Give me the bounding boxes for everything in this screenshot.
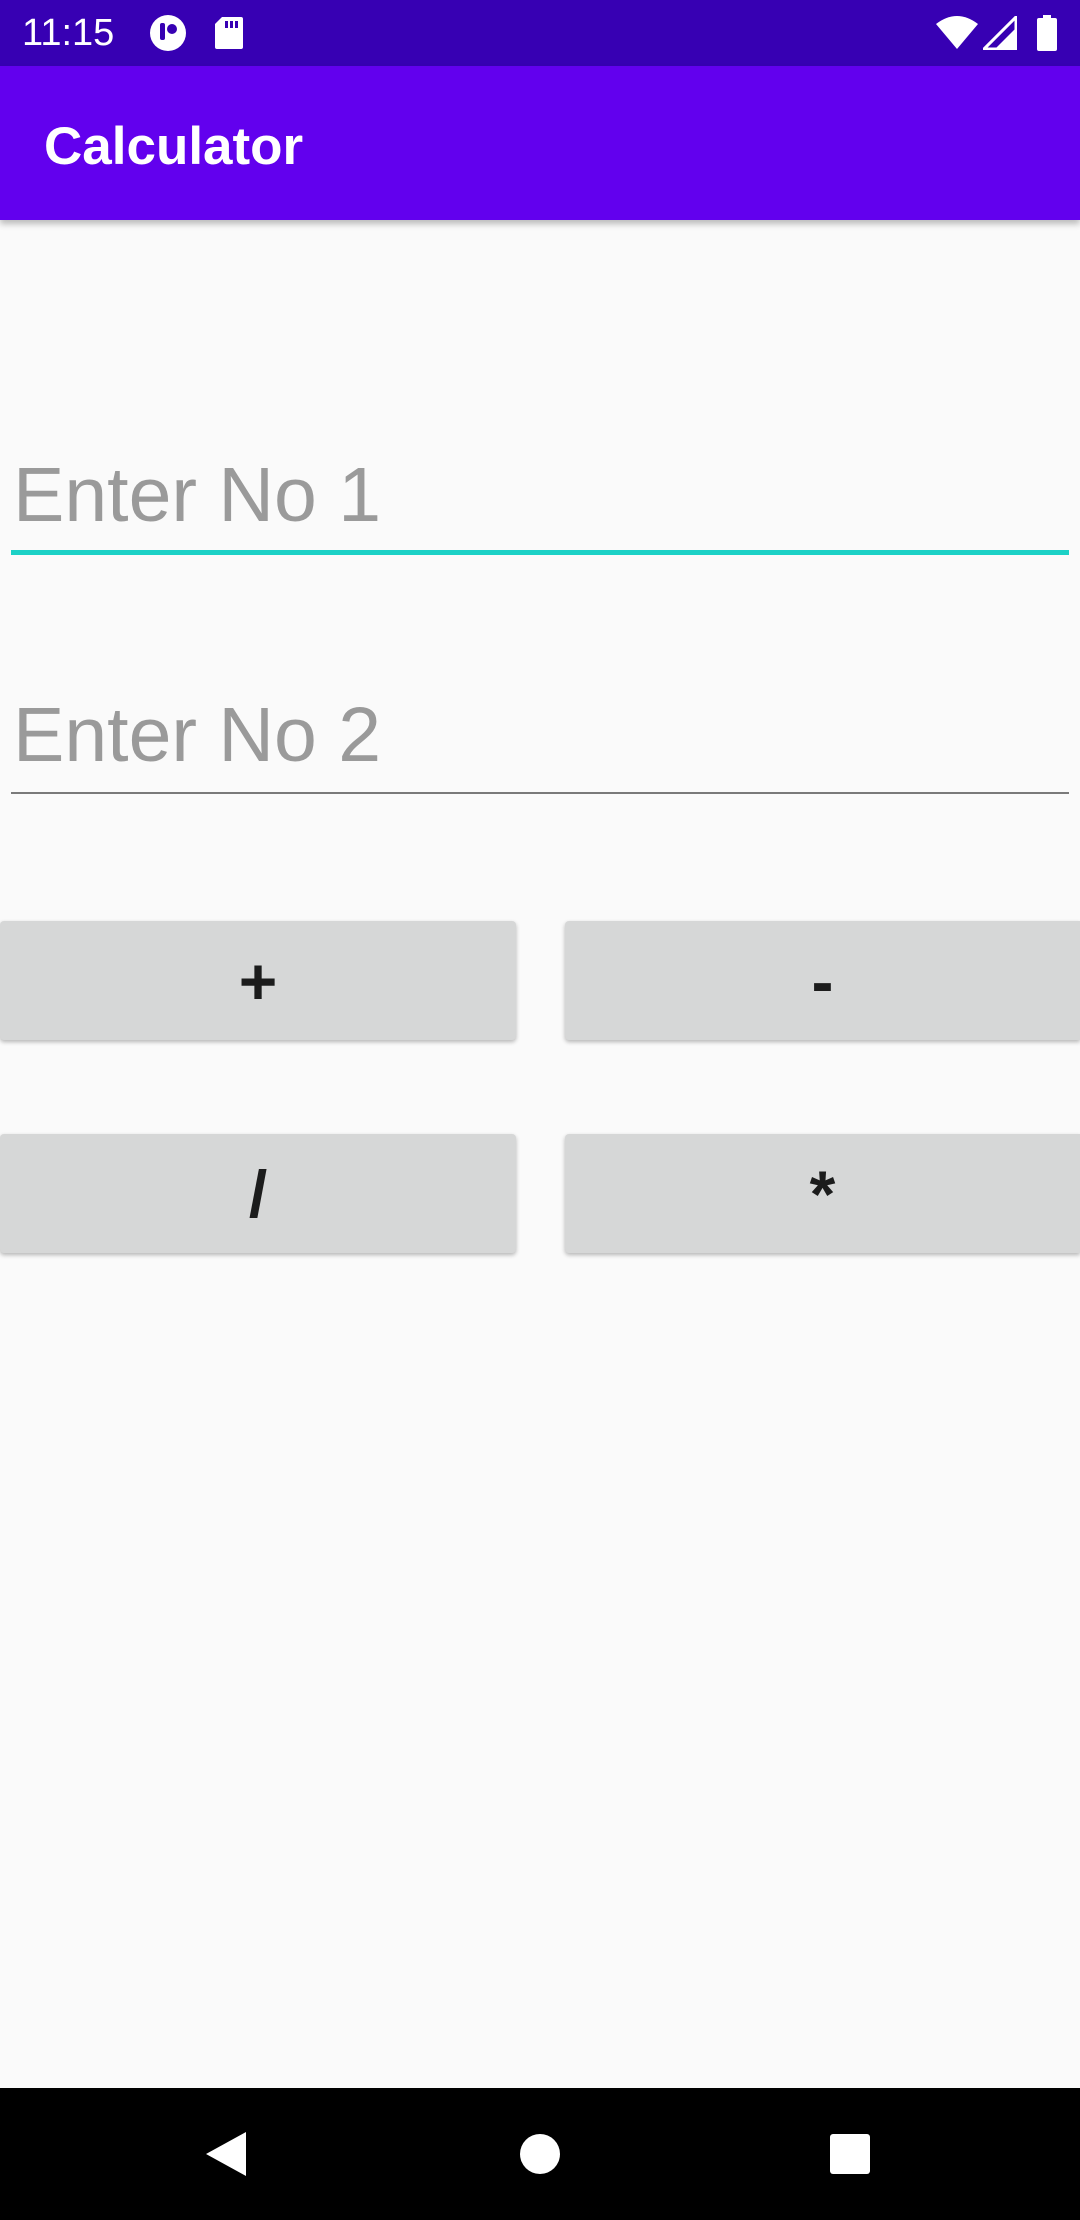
subtract-button-label: - xyxy=(811,943,834,1018)
app-bar: Calculator xyxy=(0,66,1080,220)
back-icon[interactable] xyxy=(166,2088,286,2220)
multiply-button-label: * xyxy=(809,1156,836,1231)
calculator-screen: 11:15 Calculator Enter No 1 Enter No 2 +… xyxy=(0,0,1080,2220)
status-bar: 11:15 xyxy=(0,0,1080,66)
multiply-button[interactable]: * xyxy=(565,1134,1080,1253)
cellular-signal-icon xyxy=(982,0,1018,66)
navigation-bar xyxy=(0,2088,1080,2220)
second-number-field-container xyxy=(11,685,1069,794)
first-number-field-container xyxy=(11,445,1069,555)
subtract-button[interactable]: - xyxy=(565,921,1080,1040)
status-time: 11:15 xyxy=(22,12,115,54)
home-icon[interactable] xyxy=(480,2088,600,2220)
divide-button[interactable]: / xyxy=(0,1134,516,1253)
add-button-label: + xyxy=(238,943,278,1018)
wifi-icon xyxy=(934,0,980,66)
sd-card-icon xyxy=(212,0,246,66)
second-number-underline xyxy=(11,792,1069,794)
second-number-input[interactable] xyxy=(11,685,1069,785)
notification-app-icon xyxy=(148,0,188,66)
divide-button-label: / xyxy=(248,1156,268,1231)
first-number-underline xyxy=(11,550,1069,555)
first-number-input[interactable] xyxy=(11,445,1069,545)
app-title: Calculator xyxy=(44,117,304,176)
add-button[interactable]: + xyxy=(0,921,516,1040)
recents-icon[interactable] xyxy=(790,2088,910,2220)
battery-icon xyxy=(1036,0,1058,66)
